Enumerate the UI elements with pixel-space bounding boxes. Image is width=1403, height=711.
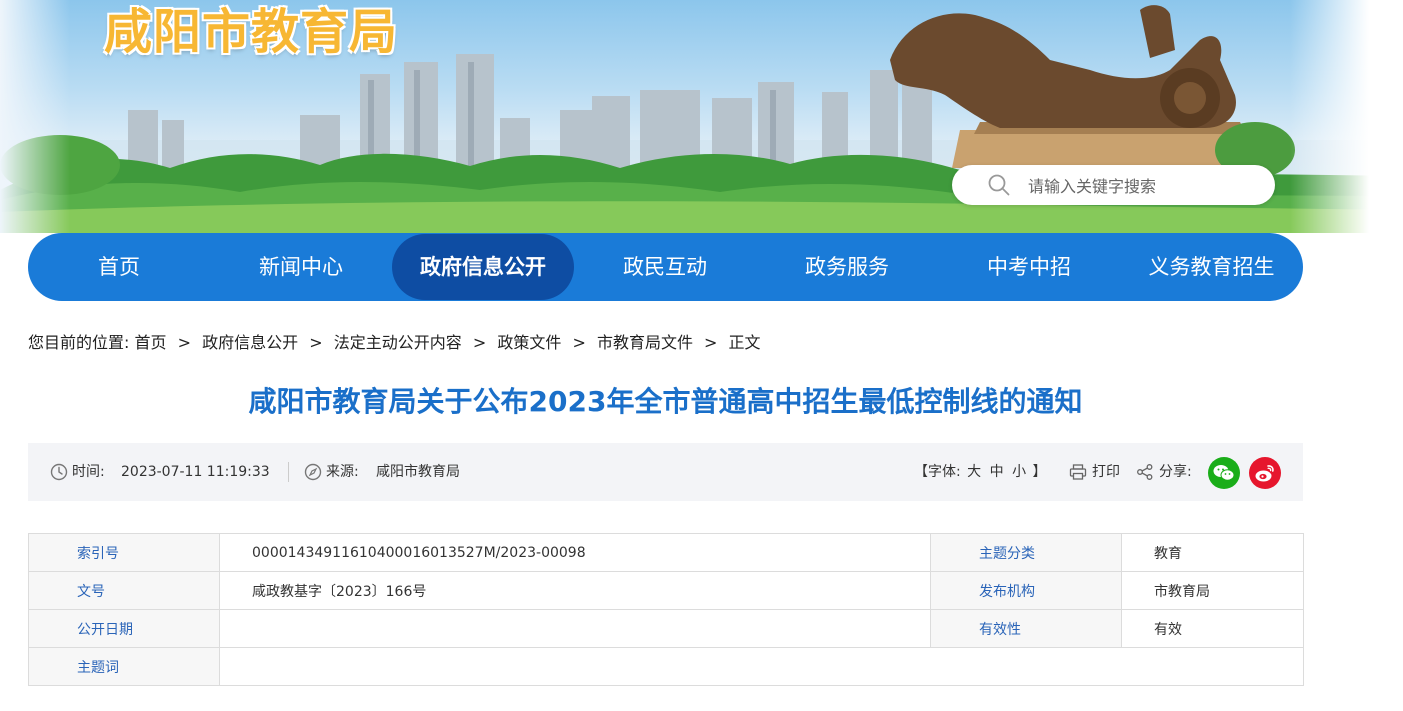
search-input[interactable] [1026, 173, 1260, 199]
index-number-value: 00001434911610400016013527M/2023-00098 [219, 533, 931, 572]
font-size-small-button[interactable]: 小 [1012, 464, 1026, 480]
breadcrumb-statutory-content[interactable]: 法定主动公开内容 [334, 333, 462, 352]
main-nav: 首页 新闻中心 政府信息公开 政民互动 政务服务 中考中招 义务教育招生 [28, 233, 1303, 301]
source-label: 来源: [326, 464, 359, 480]
topic-category-value: 教育 [1121, 533, 1304, 572]
source-value: 咸阳市教育局 [376, 464, 460, 480]
breadcrumb-prefix: 您目前的位置: [28, 333, 130, 352]
search-icon[interactable] [988, 174, 1010, 196]
issuing-agency-label: 发布机构 [930, 571, 1122, 610]
wechat-share-button[interactable] [1208, 457, 1240, 489]
site-title: 咸阳市教育局 [104, 4, 399, 60]
nav-item-news-center[interactable]: 新闻中心 [210, 233, 392, 301]
breadcrumb-separator: > [704, 333, 718, 352]
wechat-icon [1213, 465, 1235, 481]
print-button[interactable]: 打印 [1092, 462, 1120, 482]
validity-value: 有效 [1121, 609, 1304, 648]
article-title: 咸阳市教育局关于公布2023年全市普通高中招生最低控制线的通知 [248, 385, 1083, 418]
meta-divider [288, 462, 289, 482]
font-size-close: 】 [1032, 464, 1047, 480]
publish-date-label: 公开日期 [28, 609, 220, 648]
printer-icon[interactable] [1069, 463, 1087, 481]
breadcrumb-separator: > [177, 333, 192, 352]
font-size-open: 【字体: [914, 464, 961, 480]
keywords-label: 主题词 [28, 647, 220, 686]
search-box[interactable] [952, 165, 1275, 205]
nav-item-gov-services[interactable]: 政务服务 [756, 233, 938, 301]
breadcrumb-separator: > [472, 333, 487, 352]
breadcrumb: 您目前的位置: 首页 > 政府信息公开 > 法定主动公开内容 > 政策文件 > … [28, 332, 761, 354]
keywords-value [219, 647, 1304, 686]
topic-category-label: 主题分类 [930, 533, 1122, 572]
header-banner: 咸阳市教育局 [0, 0, 1403, 233]
breadcrumb-policy-documents[interactable]: 政策文件 [497, 333, 561, 352]
breadcrumb-bureau-documents[interactable]: 市教育局文件 [597, 333, 693, 352]
table-row: 文号 咸政教基字〔2023〕166号 发布机构 市教育局 [28, 571, 1304, 610]
nav-item-public-interaction[interactable]: 政民互动 [574, 233, 756, 301]
breadcrumb-gov-info-disclosure[interactable]: 政府信息公开 [202, 333, 298, 352]
breadcrumb-current: 正文 [728, 333, 761, 352]
index-number-label: 索引号 [28, 533, 220, 572]
font-size-control: 【字体: 大 中 小 】 [914, 462, 1047, 482]
share-icon [1137, 464, 1153, 480]
nav-item-gov-info-disclosure[interactable]: 政府信息公开 [392, 234, 574, 300]
font-size-medium-button[interactable]: 中 [990, 464, 1004, 480]
breadcrumb-separator: > [309, 333, 323, 352]
font-size-large-button[interactable]: 大 [967, 464, 981, 480]
share-label: 分享: [1159, 464, 1192, 480]
document-number-value: 咸政教基字〔2023〕166号 [219, 571, 931, 610]
nav-item-compulsory-education-enrollment[interactable]: 义务教育招生 [1120, 233, 1303, 301]
article-meta-bar: 时间: 2023-07-11 11:19:33 来源: 咸阳市教育局 【字体: … [28, 443, 1303, 501]
document-info-table: 索引号 00001434911610400016013527M/2023-000… [28, 533, 1304, 686]
clock-icon [50, 463, 68, 481]
weibo-share-button[interactable] [1249, 457, 1281, 489]
table-row: 索引号 00001434911610400016013527M/2023-000… [28, 533, 1304, 572]
compass-icon [304, 463, 322, 481]
table-row: 主题词 [28, 647, 1304, 686]
banner-fade-left [0, 0, 70, 233]
nav-item-high-school-admission[interactable]: 中考中招 [938, 233, 1120, 301]
publish-time-label: 时间: [72, 464, 105, 480]
publish-time-value: 2023-07-11 11:19:33 [121, 464, 270, 480]
nav-item-home[interactable]: 首页 [28, 233, 210, 301]
table-row: 公开日期 有效性 有效 [28, 609, 1304, 648]
document-number-label: 文号 [28, 571, 220, 610]
publish-date-value [219, 609, 931, 648]
issuing-agency-value: 市教育局 [1121, 571, 1304, 610]
breadcrumb-separator: > [572, 333, 586, 352]
breadcrumb-home[interactable]: 首页 [135, 333, 167, 352]
banner-fade-right [1290, 0, 1403, 233]
validity-label: 有效性 [930, 609, 1122, 648]
weibo-icon [1255, 465, 1274, 482]
